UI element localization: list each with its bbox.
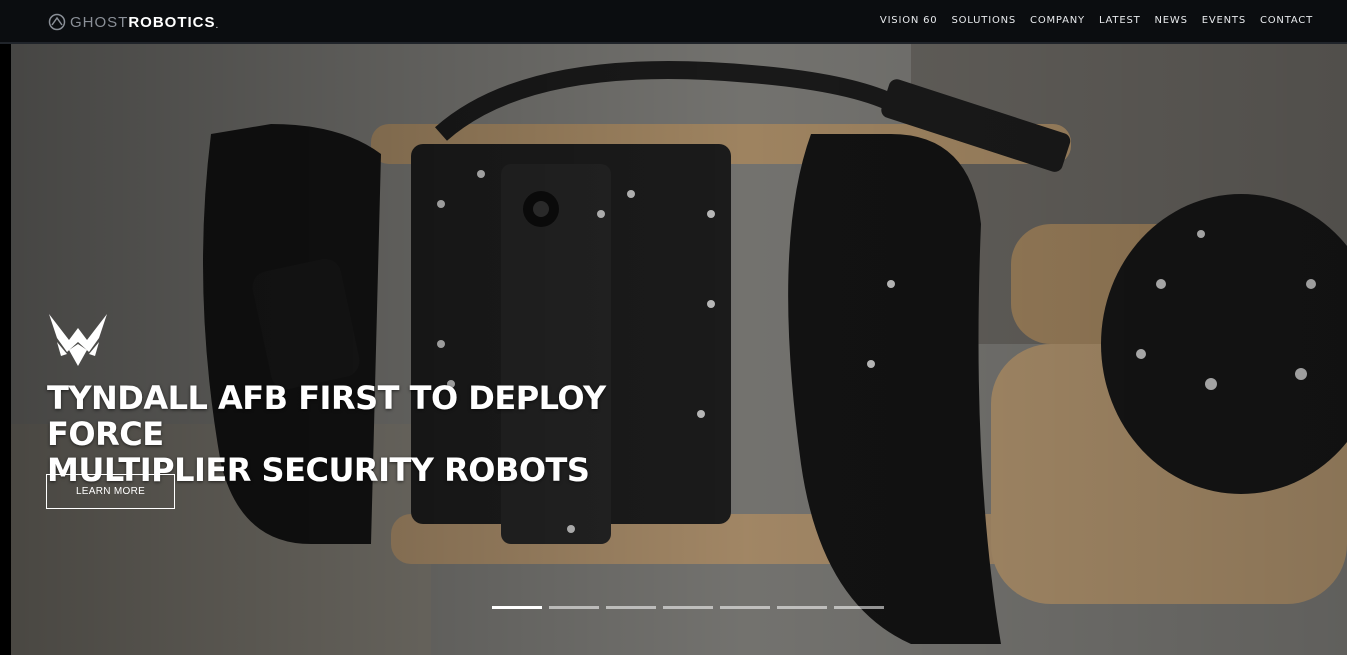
carousel-dot-7[interactable]: [834, 606, 884, 609]
nav-events[interactable]: EVENTS: [1202, 14, 1246, 28]
left-edge-strip: [0, 0, 11, 655]
air-force-emblem-icon: [49, 314, 107, 366]
carousel-dot-2[interactable]: [549, 606, 599, 609]
hero-emblem: [47, 312, 109, 368]
nav-news[interactable]: NEWS: [1155, 14, 1188, 28]
nav-contact[interactable]: CONTACT: [1260, 14, 1313, 28]
main-nav: VISION 60 SOLUTIONS COMPANY LATEST NEWS …: [880, 14, 1313, 28]
nav-vision-60[interactable]: VISION 60: [880, 14, 938, 28]
hero-headline: TYNDALL AFB FIRST TO DEPLOY FORCE MULTIP…: [47, 380, 687, 488]
carousel-dot-3[interactable]: [606, 606, 656, 609]
nav-solutions[interactable]: SOLUTIONS: [951, 14, 1016, 28]
brand-ghost-text: GHOST: [70, 13, 129, 31]
ghost-robotics-logo-icon: [48, 13, 66, 31]
nav-latest[interactable]: LATEST: [1099, 14, 1141, 28]
carousel-dot-4[interactable]: [663, 606, 713, 609]
hero-carousel: [11, 44, 1347, 655]
learn-more-button[interactable]: LEARN MORE: [46, 474, 175, 509]
carousel-dot-6[interactable]: [777, 606, 827, 609]
carousel-pagination: [492, 606, 884, 609]
brand-logo[interactable]: GHOST ROBOTICS .: [48, 12, 218, 32]
nav-company[interactable]: COMPANY: [1030, 14, 1085, 28]
carousel-dot-1[interactable]: [492, 606, 542, 609]
brand-robotics-text: ROBOTICS: [128, 13, 216, 31]
site-header: GHOST ROBOTICS . VISION 60 SOLUTIONS COM…: [0, 0, 1347, 44]
carousel-dot-5[interactable]: [720, 606, 770, 609]
hero-headline-line-1: TYNDALL AFB FIRST TO DEPLOY FORCE: [47, 379, 606, 453]
brand-dot: .: [215, 19, 219, 31]
hero-overlay: [11, 44, 1347, 655]
